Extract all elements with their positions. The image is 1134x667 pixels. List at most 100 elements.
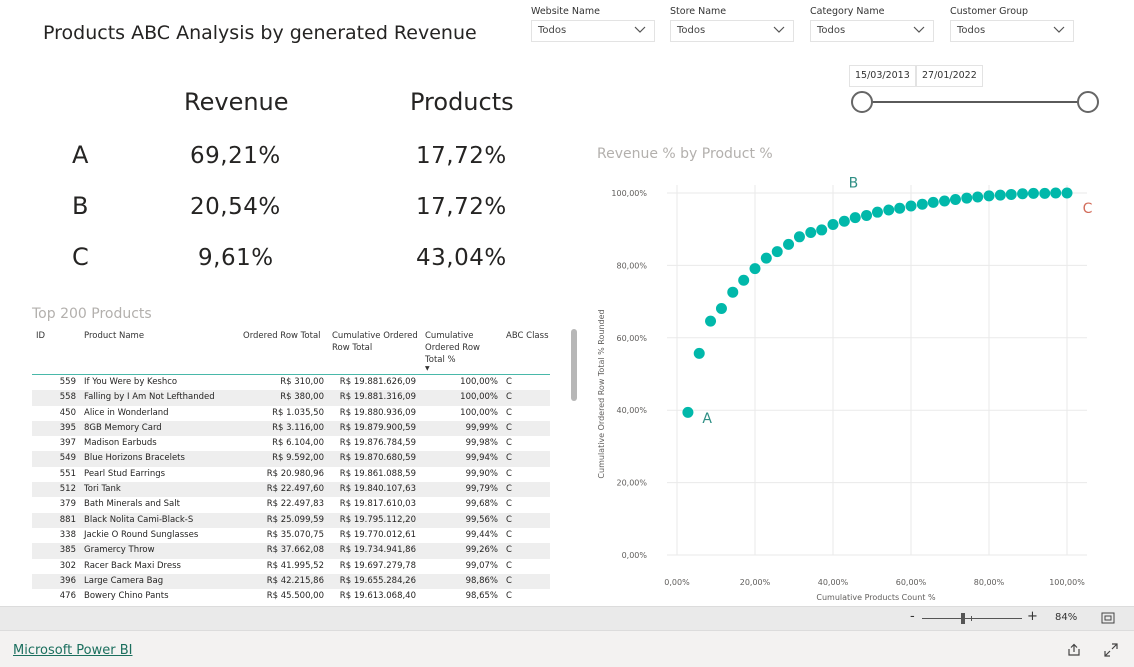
data-point (715, 302, 727, 314)
table-row[interactable]: 559 If You Were by Keshco R$ 310,00 R$ 19.8… (32, 375, 550, 390)
cell-id: 379 (59, 499, 76, 510)
date-end-input[interactable]: 27/01/2022 (916, 65, 983, 87)
cell-ordered-row-total: R$ 37.662,08 (266, 545, 324, 556)
cell-cumulative-ordered: R$ 19.770.012,61 (339, 529, 416, 540)
cell-abc-class: C (506, 438, 512, 449)
cell-product-name: Black Nolita Cami-Black-S (84, 514, 194, 525)
cell-id: 302 (59, 560, 76, 571)
chart-title: Revenue % by Product % (597, 146, 773, 162)
date-slider-track[interactable] (862, 101, 1090, 103)
cell-id: 385 (59, 545, 76, 556)
slicer-value: Todos (677, 25, 706, 36)
kpi-revenue-header: Revenue (184, 88, 289, 116)
cell-ordered-row-total: R$ 310,00 (280, 377, 324, 387)
column-header-cumulative-ordered[interactable]: Cumulative Ordered Row Total (332, 330, 418, 354)
data-point (1027, 187, 1039, 199)
footer (0, 630, 1134, 667)
y-tick-label: 80,00% (616, 261, 647, 270)
power-bi-link[interactable]: Microsoft Power BI (13, 643, 132, 658)
table-row[interactable]: 549 Blue Horizons Bracelets R$ 9.592,00 R$ … (32, 451, 550, 467)
cell-product-name: Blue Horizons Bracelets (84, 453, 185, 464)
table-row[interactable]: 558 Falling by I Am Not Lefthanded R$ 380,… (32, 390, 550, 406)
table-row[interactable]: 396 Large Camera Bag R$ 42.215,86 R$ 19.655… (32, 573, 550, 590)
zoom-in-button[interactable]: + (1027, 609, 1038, 624)
cell-ordered-row-total: R$ 22.497,83 (266, 499, 324, 510)
cell-cumulative-pct: 99,79% (465, 484, 498, 495)
data-point (771, 246, 783, 258)
zoom-level: 84% (1055, 612, 1078, 623)
cell-abc-class: C (506, 591, 512, 602)
annotation-label: B (849, 176, 859, 192)
data-point (849, 212, 861, 224)
column-header-id[interactable]: ID (36, 330, 45, 342)
cell-cumulative-pct: 100,00% (460, 407, 498, 418)
table-scrollbar[interactable] (571, 329, 577, 401)
header-line: Cumulative (425, 331, 474, 341)
cell-product-name: Gramercy Throw (84, 545, 155, 556)
table-row[interactable]: 476 Bowery Chino Pants R$ 45.500,00 R$ 19.6… (32, 589, 550, 604)
slicer-customer-group: Customer Group Todos (950, 6, 1074, 42)
share-icon[interactable] (1067, 643, 1081, 657)
header-line: Cumulative Ordered (332, 331, 418, 341)
cell-ordered-row-total: R$ 20.980,96 (266, 468, 324, 479)
cell-abc-class: C (506, 377, 512, 387)
kpi-products-header: Products (410, 88, 514, 116)
fullscreen-icon[interactable] (1104, 643, 1118, 657)
data-point (894, 202, 906, 214)
data-point (827, 218, 839, 230)
data-point (972, 191, 984, 203)
annotation-label: A (702, 411, 712, 427)
column-header-ordered-row-total[interactable]: Ordered Row Total (243, 330, 321, 342)
cell-cumulative-ordered: R$ 19.817.610,03 (339, 499, 416, 510)
header-line: Row Total (332, 343, 373, 353)
table-row[interactable]: 385 Gramercy Throw R$ 37.662,08 R$ 19.734.9… (32, 543, 550, 559)
table-row[interactable]: 881 Black Nolita Cami-Black-S R$ 25.099,59… (32, 512, 550, 528)
scatter-chart: 0,00% 20,00% 40,00% 60,00% 80,00% 100,00% 0,00… (597, 176, 1093, 602)
data-point (682, 406, 694, 418)
table-body: 559 If You Were by Keshco R$ 310,00 R$ 19.8… (32, 375, 550, 604)
cell-cumulative-pct: 99,68% (465, 499, 498, 510)
date-slider-end-handle[interactable] (1077, 91, 1099, 113)
cell-cumulative-ordered: R$ 19.880.936,09 (339, 407, 416, 418)
cell-id: 551 (59, 468, 76, 479)
slicer-dropdown[interactable]: Todos (810, 20, 934, 42)
table-row[interactable]: 397 Madison Earbuds R$ 6.104,00 R$ 19.876.7… (32, 436, 550, 451)
zoom-slider-track[interactable] (922, 618, 1022, 619)
slicer-dropdown[interactable]: Todos (531, 20, 655, 42)
cell-abc-class: C (506, 422, 512, 433)
table-row[interactable]: 512 Tori Tank R$ 22.497,60 R$ 19.840.107,63… (32, 482, 550, 498)
cell-ordered-row-total: R$ 41.995,52 (266, 560, 324, 571)
slicer-dropdown[interactable]: Todos (670, 20, 794, 42)
data-point (760, 252, 772, 264)
kpi-revenue-value: 20,54% (190, 194, 281, 220)
cell-cumulative-pct: 100,00% (460, 377, 498, 387)
column-header-product-name[interactable]: Product Name (84, 330, 144, 342)
date-slider-start-handle[interactable] (851, 91, 873, 113)
data-point (816, 224, 828, 236)
column-header-cumulative-pct[interactable]: Cumulative Ordered Row Total % (425, 330, 480, 366)
column-header-abc-class[interactable]: ABC Class (506, 330, 549, 342)
cell-product-name: Falling by I Am Not Lefthanded (84, 392, 215, 403)
table-row[interactable]: 302 Racer Back Maxi Dress R$ 41.995,52 R$ 1… (32, 559, 550, 574)
cell-ordered-row-total: R$ 1.035,50 (272, 407, 324, 418)
cell-cumulative-ordered: R$ 19.734.941,86 (339, 545, 416, 556)
table-row[interactable]: 379 Bath Minerals and Salt R$ 22.497,83 R$ … (32, 497, 550, 512)
cell-cumulative-ordered: R$ 19.879.900,59 (339, 422, 416, 433)
chevron-down-icon (773, 26, 785, 33)
kpi-class-label: B (72, 192, 89, 220)
zoom-out-button[interactable]: - (910, 609, 915, 624)
cell-id: 396 (59, 575, 76, 586)
table-row[interactable]: 450 Alice in Wonderland R$ 1.035,50 R$ 19.8… (32, 406, 550, 421)
cell-cumulative-ordered: R$ 19.881.316,09 (339, 392, 416, 403)
table-row[interactable]: 551 Pearl Stud Earrings R$ 20.980,96 R$ 19.… (32, 467, 550, 482)
fit-to-page-icon[interactable] (1101, 612, 1115, 624)
table-row[interactable]: 395 8GB Memory Card R$ 3.116,00 R$ 19.879.9… (32, 420, 550, 437)
table-row[interactable]: 338 Jackie O Round Sunglasses R$ 35.070,75… (32, 528, 550, 543)
date-start-input[interactable]: 15/03/2013 (849, 65, 916, 87)
cell-ordered-row-total: R$ 22.497,60 (266, 484, 324, 495)
kpi-class-label: A (72, 141, 89, 169)
cell-cumulative-ordered: R$ 19.861.088,59 (339, 468, 416, 479)
zoom-slider-thumb[interactable] (961, 613, 965, 624)
cell-ordered-row-total: R$ 6.104,00 (272, 438, 324, 449)
slicer-dropdown[interactable]: Todos (950, 20, 1074, 42)
